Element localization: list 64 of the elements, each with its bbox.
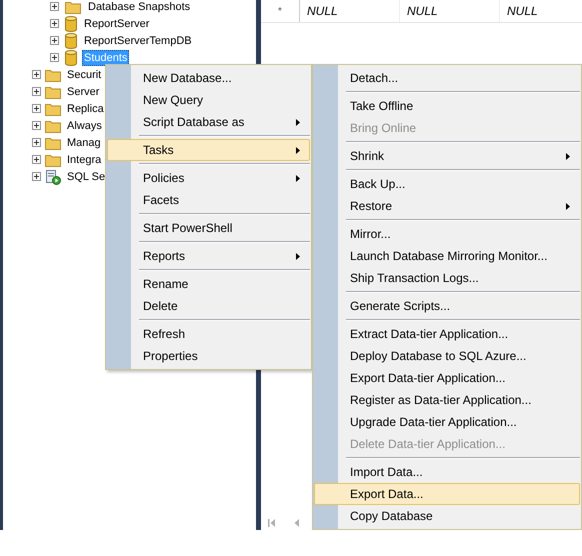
tree-node[interactable]: Replica [65,100,106,116]
folder-icon [45,136,61,150]
menu-item[interactable]: New Query [107,89,310,111]
database-icon [65,32,77,48]
server-agent-icon [45,168,61,184]
menu-item[interactable]: Start PowerShell [107,217,310,239]
menu-item[interactable]: Restore [314,195,580,217]
menu-item[interactable]: Generate Scripts... [314,295,580,317]
database-icon [65,16,77,32]
folder-icon [45,84,61,98]
menu-item[interactable]: Register as Data-tier Application... [314,389,580,411]
menu-item[interactable]: Tasks [107,139,310,161]
expand-icon[interactable] [32,138,41,147]
menu-item[interactable]: Launch Database Mirroring Monitor... [314,245,580,267]
menu-item[interactable]: Reports [107,245,310,267]
expand-icon[interactable] [50,2,59,11]
menu-item[interactable]: Rename [107,273,310,295]
tree-node[interactable]: Integra [65,152,104,168]
tree-node[interactable]: ReportServerTempDB [82,32,194,48]
folder-icon [45,102,61,116]
menu-item[interactable]: Shrink [314,145,580,167]
menu-item[interactable]: Ship Transaction Logs... [314,267,580,289]
tree-node[interactable]: Database Snapshots [86,0,192,14]
table-cell: NULL [500,0,582,22]
menu-item[interactable]: Policies [107,167,310,189]
menu-item[interactable]: Properties [107,345,310,367]
menu-item[interactable]: Facets [107,189,310,211]
menu-item[interactable]: Script Database as [107,111,310,133]
tree-node[interactable]: SQL Se [65,168,108,184]
tree-node[interactable]: Manag [65,134,103,150]
expand-icon[interactable] [50,36,59,45]
expand-icon[interactable] [32,104,41,113]
menu-item[interactable]: Take Offline [314,95,580,117]
folder-icon [45,152,61,166]
menu-item[interactable]: Delete [107,295,310,317]
menu-item[interactable]: Import Data... [314,461,580,483]
database-icon [65,50,77,66]
menu-item[interactable]: New Database... [107,67,310,89]
expand-icon[interactable] [32,155,41,164]
expand-icon[interactable] [32,121,41,130]
table-cell: NULL [400,0,500,22]
expand-icon[interactable] [32,172,41,181]
expand-icon[interactable] [50,53,59,62]
menu-item[interactable]: Detach... [314,67,580,89]
expand-icon[interactable] [50,19,59,28]
menu-item[interactable]: Mirror... [314,223,580,245]
menu-item[interactable]: Back Up... [314,173,580,195]
folder-icon [45,68,61,82]
tree-node[interactable]: Always [65,118,104,134]
tree-node[interactable]: Server [65,84,102,100]
tree-node[interactable]: ReportServer [82,16,152,32]
menu-item[interactable]: Export Data-tier Application... [314,367,580,389]
menu-item[interactable]: Deploy Database to SQL Azure... [314,345,580,367]
menu-item[interactable]: Upgrade Data-tier Application... [314,411,580,433]
table-cell: NULL [300,0,400,22]
expand-icon[interactable] [32,87,41,96]
menu-item[interactable]: Copy Database [314,505,580,527]
expand-icon[interactable] [32,70,41,79]
menu-item[interactable]: Refresh [107,323,310,345]
menu-item[interactable]: Extract Data-tier Application... [314,323,580,345]
tree-node[interactable]: Securit [65,66,104,82]
folder-icon [45,118,61,132]
folder-icon [65,0,81,14]
menu-item[interactable]: Export Data... [314,483,580,505]
